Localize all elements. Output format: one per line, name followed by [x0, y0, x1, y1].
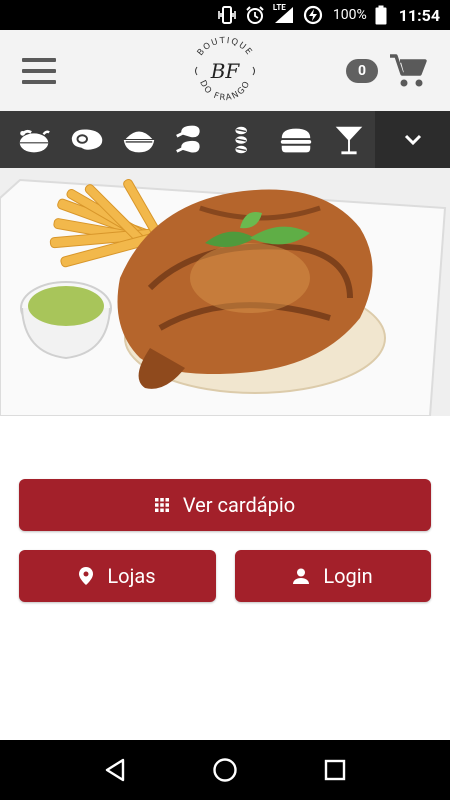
rice-bowl-icon	[123, 130, 155, 152]
category-cocktail[interactable]	[323, 111, 375, 168]
home-icon[interactable]	[205, 750, 245, 790]
burger-icon	[281, 128, 312, 152]
svg-text:BOUTIQUE: BOUTIQUE	[196, 36, 255, 58]
signal-icon: LTE	[272, 3, 295, 25]
hamburger-menu-icon[interactable]	[22, 57, 56, 84]
view-menu-label: Ver cardápio	[182, 493, 296, 517]
svg-text:BF: BF	[210, 59, 241, 83]
brand-logo: BOUTIQUE DO FRANGO BF	[188, 34, 262, 108]
login-button[interactable]: Login	[235, 550, 431, 602]
category-whole-chicken[interactable]	[8, 111, 60, 168]
shopping-cart-icon[interactable]	[388, 52, 428, 90]
hero-food-image	[0, 168, 450, 416]
category-burger[interactable]	[270, 111, 322, 168]
steak-icon	[71, 128, 102, 150]
cart-area[interactable]: 0	[346, 52, 428, 90]
user-icon	[293, 568, 310, 584]
app-header: BOUTIQUE DO FRANGO BF 0	[0, 30, 450, 111]
battery-icon	[375, 5, 387, 25]
expand-categories-button[interactable]	[375, 111, 450, 168]
network-type-label: LTE	[272, 3, 286, 12]
alarm-icon	[245, 5, 265, 25]
data-saver-icon	[303, 5, 323, 25]
cart-count-badge: 0	[346, 58, 378, 83]
whole-chicken-icon	[19, 129, 51, 152]
category-skewers[interactable]	[218, 111, 270, 168]
clock: 11:54	[398, 5, 440, 25]
status-bar: LTE 100% 11:54	[0, 0, 450, 30]
grid-icon	[154, 498, 169, 512]
stores-label: Lojas	[107, 564, 156, 588]
cocktail-icon	[335, 126, 363, 154]
recents-icon[interactable]	[315, 750, 355, 790]
vibrate-icon	[217, 6, 237, 24]
category-chicken-legs[interactable]	[165, 111, 217, 168]
login-label: Login	[323, 564, 373, 588]
chicken-legs-icon	[176, 125, 201, 153]
chevron-down-icon	[404, 134, 421, 145]
skewers-icon	[235, 126, 247, 153]
back-icon[interactable]	[95, 750, 135, 790]
category-rice-bowl[interactable]	[113, 111, 165, 168]
category-steak[interactable]	[60, 111, 112, 168]
location-pin-icon	[79, 567, 94, 585]
view-menu-button[interactable]: Ver cardápio	[19, 479, 431, 531]
stores-button[interactable]: Lojas	[19, 550, 216, 602]
system-nav-bar	[0, 740, 450, 800]
battery-percent: 100%	[332, 7, 367, 23]
category-bar	[0, 111, 450, 168]
category-list	[0, 111, 375, 168]
